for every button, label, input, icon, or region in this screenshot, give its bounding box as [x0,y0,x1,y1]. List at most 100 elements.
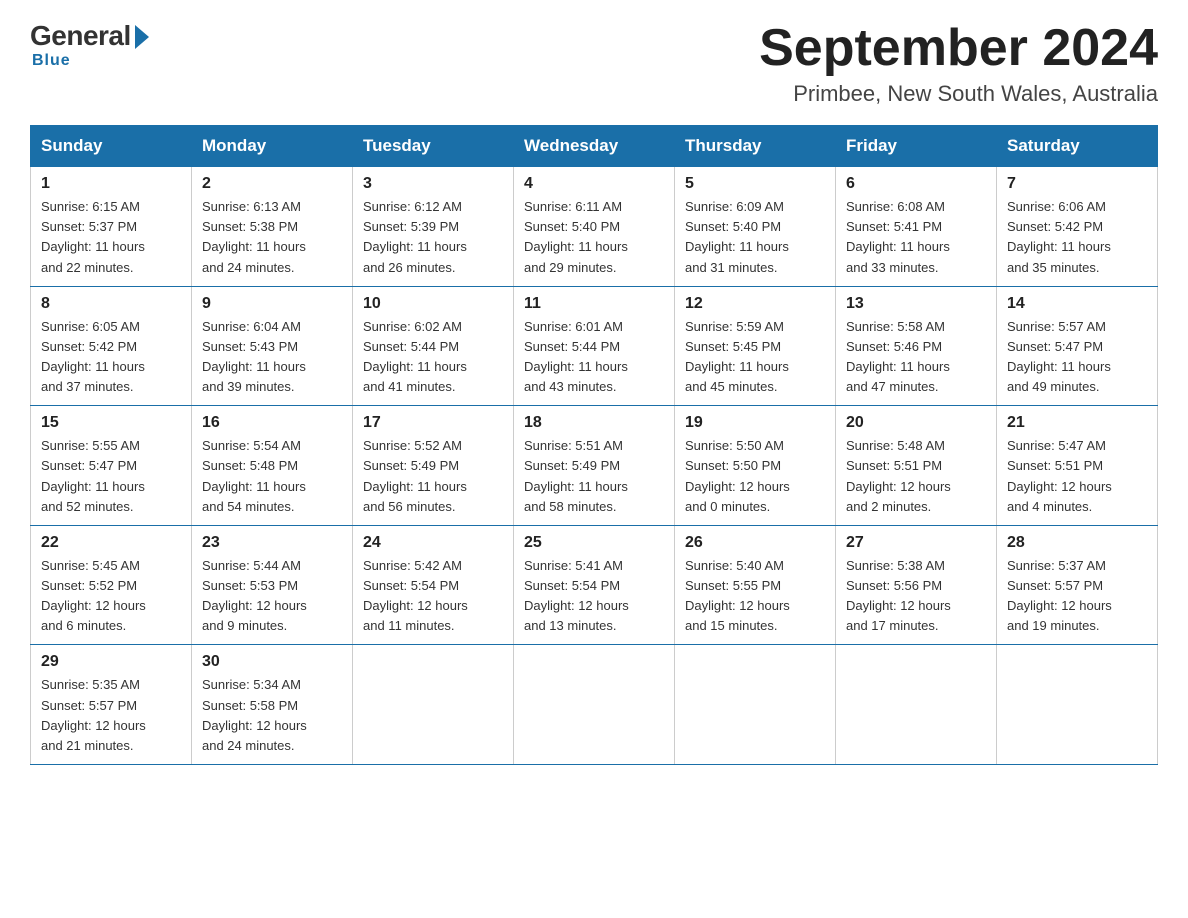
calendar-cell: 22 Sunrise: 5:45 AMSunset: 5:52 PMDayligh… [31,525,192,645]
logo-arrow-icon [135,25,149,49]
day-number: 12 [685,295,825,313]
logo: General Blue [30,20,149,70]
calendar-cell: 1 Sunrise: 6:15 AMSunset: 5:37 PMDaylight… [31,167,192,287]
day-number: 19 [685,414,825,432]
day-info: Sunrise: 6:12 AMSunset: 5:39 PMDaylight:… [363,197,503,278]
calendar-day-header: Saturday [997,126,1158,167]
day-number: 23 [202,534,342,552]
day-number: 21 [1007,414,1147,432]
day-info: Sunrise: 6:15 AMSunset: 5:37 PMDaylight:… [41,197,181,278]
calendar-cell: 8Sunrise: 6:05 AMSunset: 5:42 PMDaylight… [31,286,192,406]
day-info: Sunrise: 6:06 AMSunset: 5:42 PMDaylight:… [1007,197,1147,278]
calendar-cell: 15 Sunrise: 5:55 AMSunset: 5:47 PMDayligh… [31,406,192,526]
calendar-cell: 30Sunrise: 5:34 AMSunset: 5:58 PMDayligh… [192,645,353,765]
logo-blue-text: Blue [32,52,71,70]
day-info: Sunrise: 5:42 AMSunset: 5:54 PMDaylight:… [363,556,503,637]
calendar-cell: 10 Sunrise: 6:02 AMSunset: 5:44 PMDayligh… [353,286,514,406]
calendar-cell [997,645,1158,765]
calendar-week-row: 1 Sunrise: 6:15 AMSunset: 5:37 PMDaylight… [31,167,1158,287]
day-number: 2 [202,175,342,193]
day-info: Sunrise: 5:38 AMSunset: 5:56 PMDaylight:… [846,556,986,637]
day-info: Sunrise: 6:13 AMSunset: 5:38 PMDaylight:… [202,197,342,278]
day-info: Sunrise: 6:02 AMSunset: 5:44 PMDaylight:… [363,317,503,398]
day-number: 28 [1007,534,1147,552]
month-title: September 2024 [759,20,1158,77]
day-number: 10 [363,295,503,313]
day-info: Sunrise: 6:08 AMSunset: 5:41 PMDaylight:… [846,197,986,278]
calendar-table: SundayMondayTuesdayWednesdayThursdayFrid… [30,125,1158,765]
day-info: Sunrise: 5:48 AMSunset: 5:51 PMDaylight:… [846,436,986,517]
title-section: September 2024 Primbee, New South Wales,… [759,20,1158,107]
day-number: 20 [846,414,986,432]
day-number: 14 [1007,295,1147,313]
calendar-cell: 11 Sunrise: 6:01 AMSunset: 5:44 PMDayligh… [514,286,675,406]
day-info: Sunrise: 5:59 AMSunset: 5:45 PMDaylight:… [685,317,825,398]
calendar-day-header: Thursday [675,126,836,167]
day-number: 7 [1007,175,1147,193]
calendar-day-header: Sunday [31,126,192,167]
calendar-header-row: SundayMondayTuesdayWednesdayThursdayFrid… [31,126,1158,167]
day-info: Sunrise: 5:52 AMSunset: 5:49 PMDaylight:… [363,436,503,517]
calendar-cell: 20 Sunrise: 5:48 AMSunset: 5:51 PMDayligh… [836,406,997,526]
calendar-week-row: 15 Sunrise: 5:55 AMSunset: 5:47 PMDayligh… [31,406,1158,526]
day-number: 18 [524,414,664,432]
day-info: Sunrise: 5:51 AMSunset: 5:49 PMDaylight:… [524,436,664,517]
day-number: 27 [846,534,986,552]
calendar-cell [353,645,514,765]
calendar-cell: 12 Sunrise: 5:59 AMSunset: 5:45 PMDayligh… [675,286,836,406]
day-info: Sunrise: 5:37 AMSunset: 5:57 PMDaylight:… [1007,556,1147,637]
logo-general-text: General [30,20,131,52]
calendar-cell: 17 Sunrise: 5:52 AMSunset: 5:49 PMDayligh… [353,406,514,526]
day-number: 15 [41,414,181,432]
day-info: Sunrise: 5:57 AMSunset: 5:47 PMDaylight:… [1007,317,1147,398]
calendar-cell: 25Sunrise: 5:41 AMSunset: 5:54 PMDayligh… [514,525,675,645]
calendar-cell: 7 Sunrise: 6:06 AMSunset: 5:42 PMDaylight… [997,167,1158,287]
calendar-day-header: Friday [836,126,997,167]
day-info: Sunrise: 5:40 AMSunset: 5:55 PMDaylight:… [685,556,825,637]
day-info: Sunrise: 5:50 AMSunset: 5:50 PMDaylight:… [685,436,825,517]
calendar-cell: 24Sunrise: 5:42 AMSunset: 5:54 PMDayligh… [353,525,514,645]
day-info: Sunrise: 5:55 AMSunset: 5:47 PMDaylight:… [41,436,181,517]
day-info: Sunrise: 5:34 AMSunset: 5:58 PMDaylight:… [202,675,342,756]
day-number: 17 [363,414,503,432]
calendar-week-row: 8Sunrise: 6:05 AMSunset: 5:42 PMDaylight… [31,286,1158,406]
calendar-cell [675,645,836,765]
day-number: 26 [685,534,825,552]
calendar-cell: 26 Sunrise: 5:40 AMSunset: 5:55 PMDayligh… [675,525,836,645]
calendar-cell: 16Sunrise: 5:54 AMSunset: 5:48 PMDayligh… [192,406,353,526]
day-info: Sunrise: 6:11 AMSunset: 5:40 PMDaylight:… [524,197,664,278]
day-info: Sunrise: 5:47 AMSunset: 5:51 PMDaylight:… [1007,436,1147,517]
calendar-cell: 28 Sunrise: 5:37 AMSunset: 5:57 PMDayligh… [997,525,1158,645]
calendar-cell: 4Sunrise: 6:11 AMSunset: 5:40 PMDaylight… [514,167,675,287]
day-info: Sunrise: 5:35 AMSunset: 5:57 PMDaylight:… [41,675,181,756]
calendar-cell [836,645,997,765]
calendar-cell: 19 Sunrise: 5:50 AMSunset: 5:50 PMDayligh… [675,406,836,526]
calendar-week-row: 29 Sunrise: 5:35 AMSunset: 5:57 PMDayligh… [31,645,1158,765]
day-info: Sunrise: 6:05 AMSunset: 5:42 PMDaylight:… [41,317,181,398]
calendar-day-header: Tuesday [353,126,514,167]
day-number: 3 [363,175,503,193]
day-info: Sunrise: 5:58 AMSunset: 5:46 PMDaylight:… [846,317,986,398]
day-number: 22 [41,534,181,552]
calendar-cell: 27 Sunrise: 5:38 AMSunset: 5:56 PMDayligh… [836,525,997,645]
day-number: 29 [41,653,181,671]
day-info: Sunrise: 5:45 AMSunset: 5:52 PMDaylight:… [41,556,181,637]
calendar-cell: 3 Sunrise: 6:12 AMSunset: 5:39 PMDaylight… [353,167,514,287]
calendar-cell: 14 Sunrise: 5:57 AMSunset: 5:47 PMDayligh… [997,286,1158,406]
calendar-cell: 9Sunrise: 6:04 AMSunset: 5:43 PMDaylight… [192,286,353,406]
location-title: Primbee, New South Wales, Australia [759,81,1158,107]
day-number: 6 [846,175,986,193]
calendar-cell: 23 Sunrise: 5:44 AMSunset: 5:53 PMDayligh… [192,525,353,645]
day-number: 1 [41,175,181,193]
page-header: General Blue September 2024 Primbee, New… [30,20,1158,107]
day-info: Sunrise: 6:01 AMSunset: 5:44 PMDaylight:… [524,317,664,398]
day-info: Sunrise: 5:44 AMSunset: 5:53 PMDaylight:… [202,556,342,637]
calendar-cell: 13Sunrise: 5:58 AMSunset: 5:46 PMDayligh… [836,286,997,406]
day-number: 25 [524,534,664,552]
calendar-cell: 29 Sunrise: 5:35 AMSunset: 5:57 PMDayligh… [31,645,192,765]
calendar-cell: 21 Sunrise: 5:47 AMSunset: 5:51 PMDayligh… [997,406,1158,526]
day-number: 11 [524,295,664,313]
calendar-cell: 18 Sunrise: 5:51 AMSunset: 5:49 PMDayligh… [514,406,675,526]
calendar-cell [514,645,675,765]
day-info: Sunrise: 5:54 AMSunset: 5:48 PMDaylight:… [202,436,342,517]
